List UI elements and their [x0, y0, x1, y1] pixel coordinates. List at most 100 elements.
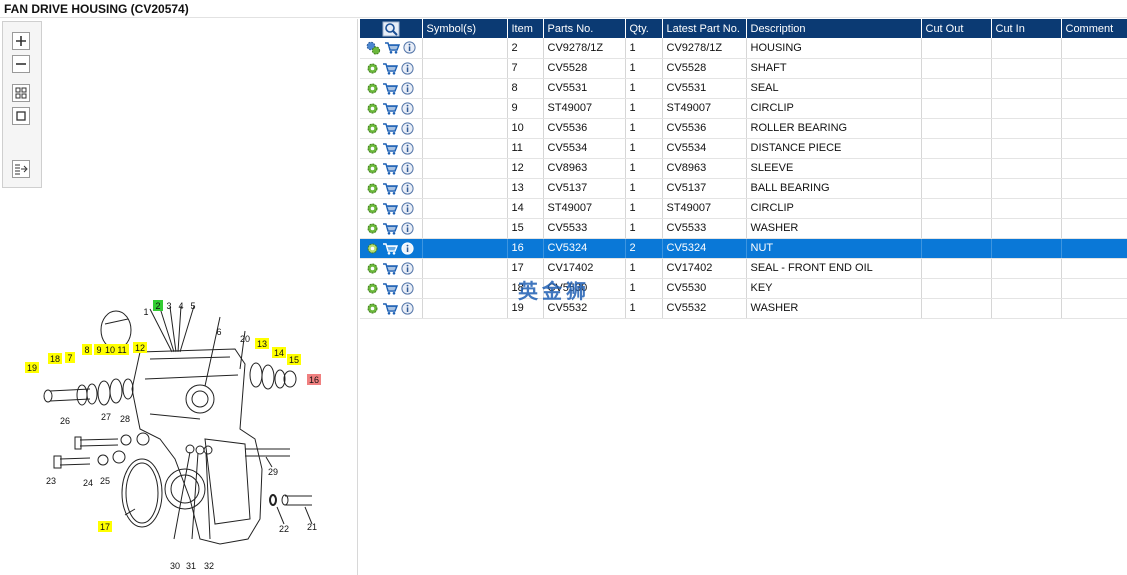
cart-icon[interactable] [382, 102, 398, 115]
info-icon[interactable] [401, 201, 414, 215]
gear-icon[interactable] [366, 162, 379, 175]
callout-label-29[interactable]: 29 [268, 467, 278, 477]
callout-label-22[interactable]: 22 [279, 524, 289, 534]
gear-icon[interactable] [366, 82, 379, 95]
info-icon[interactable] [403, 41, 416, 54]
column-header-item[interactable]: Item [507, 19, 544, 38]
callout-label-30[interactable]: 30 [170, 561, 180, 571]
callout-label-14[interactable]: 14 [274, 348, 284, 358]
table-row[interactable]: 13 CV5137 1 CV5137 BALL BEARING [360, 178, 1127, 199]
double-gear-icon[interactable] [366, 41, 381, 55]
column-header-cut-in[interactable]: Cut In [991, 19, 1062, 38]
info-icon[interactable] [401, 81, 414, 95]
table-row[interactable]: 7 CV5528 1 CV5528 SHAFT [360, 58, 1127, 79]
table-row[interactable]: 11 CV5534 1 CV5534 DISTANCE PIECE [360, 138, 1127, 159]
callout-label-2[interactable]: 2 [155, 301, 160, 311]
callout-label-32[interactable]: 32 [204, 561, 214, 571]
callout-label-9[interactable]: 9 [96, 345, 101, 355]
table-row[interactable]: 15 CV5533 1 CV5533 WASHER [360, 218, 1127, 239]
gear-icon[interactable] [366, 262, 379, 275]
cart-icon[interactable] [382, 142, 398, 155]
callout-label-19[interactable]: 19 [27, 363, 37, 373]
callout-label-23[interactable]: 23 [46, 476, 56, 486]
cart-icon[interactable] [382, 302, 398, 315]
callout-label-15[interactable]: 15 [289, 355, 299, 365]
cart-icon[interactable] [382, 62, 398, 75]
cart-icon[interactable] [382, 222, 398, 235]
callout-label-12[interactable]: 12 [135, 343, 145, 353]
table-row[interactable]: 14 ST49007 1 ST49007 CIRCLIP [360, 198, 1127, 219]
callout-label-18[interactable]: 18 [50, 354, 60, 364]
table-row[interactable]: 10 CV5536 1 CV5536 ROLLER BEARING [360, 118, 1127, 139]
gear-icon[interactable] [366, 122, 379, 135]
cart-icon[interactable] [382, 242, 398, 255]
table-row[interactable]: 12 CV8963 1 CV8963 SLEEVE [360, 158, 1127, 179]
info-icon[interactable] [401, 161, 414, 175]
callout-label-10[interactable]: 10 [105, 345, 115, 355]
table-row[interactable]: 18 CV5530 1 CV5530 KEY [360, 278, 1127, 299]
gear-icon[interactable] [366, 182, 379, 195]
callout-label-11[interactable]: 11 [117, 345, 126, 355]
info-icon[interactable] [401, 261, 414, 275]
callout-label-1[interactable]: 1 [143, 307, 148, 317]
info-icon[interactable] [401, 281, 414, 295]
callout-label-8[interactable]: 8 [84, 345, 89, 355]
info-icon[interactable] [401, 241, 414, 255]
column-header-comment[interactable]: Comment [1061, 19, 1127, 38]
callout-label-17[interactable]: 17 [100, 522, 110, 532]
gear-icon[interactable] [366, 62, 379, 75]
callout-label-31[interactable]: 31 [186, 561, 196, 571]
callout-label-7[interactable]: 7 [67, 353, 72, 363]
callout-label-28[interactable]: 28 [120, 414, 130, 424]
cart-icon[interactable] [382, 122, 398, 135]
callout-label-25[interactable]: 25 [100, 476, 110, 486]
table-row[interactable]: 17 CV17402 1 CV17402 SEAL - FRONT END OIL [360, 258, 1127, 279]
search-column-header[interactable] [360, 19, 423, 38]
info-icon[interactable] [401, 121, 414, 135]
callout-label-24[interactable]: 24 [83, 478, 93, 488]
callout-label-16[interactable]: 16 [309, 375, 319, 385]
info-icon[interactable] [401, 181, 414, 195]
cart-icon[interactable] [382, 82, 398, 95]
column-header-parts-no[interactable]: Parts No. [543, 19, 626, 38]
gear-icon[interactable] [366, 102, 379, 115]
cart-icon[interactable] [384, 41, 400, 54]
column-header-qty[interactable]: Qty. [625, 19, 663, 38]
callout-label-5[interactable]: 5 [190, 301, 195, 311]
table-row[interactable]: 19 CV5532 1 CV5532 WASHER [360, 298, 1127, 319]
table-row[interactable]: 2 CV9278/1Z 1 CV9278/1Z HOUSING [360, 38, 1127, 59]
info-icon[interactable] [401, 101, 414, 115]
callout-label-21[interactable]: 21 [307, 522, 317, 532]
callout-label-13[interactable]: 13 [257, 339, 267, 349]
magnifier-icon[interactable] [382, 21, 400, 37]
column-header-description[interactable]: Description [746, 19, 922, 38]
table-row[interactable]: 9 ST49007 1 ST49007 CIRCLIP [360, 98, 1127, 119]
callout-label-3[interactable]: 3 [166, 301, 171, 311]
cart-icon[interactable] [382, 162, 398, 175]
gear-icon[interactable] [366, 302, 379, 315]
diagram-pane[interactable]: 1 2 3 4 5 6 7 8 9 10 11 12 13 14 15 16 17 18 19 20 21 22 23 24 2… [0, 19, 358, 575]
callout-label-26[interactable]: 26 [60, 416, 70, 426]
gear-icon[interactable] [366, 142, 379, 155]
info-icon[interactable] [401, 141, 414, 155]
cart-icon[interactable] [382, 182, 398, 195]
cart-icon[interactable] [382, 282, 398, 295]
cart-icon[interactable] [382, 202, 398, 215]
cart-icon[interactable] [382, 262, 398, 275]
callout-label-4[interactable]: 4 [178, 301, 183, 311]
column-header-latest-part-no[interactable]: Latest Part No. [662, 19, 747, 38]
column-header-symbols[interactable]: Symbol(s) [422, 19, 508, 38]
table-row[interactable]: 16 CV5324 2 CV5324 NUT [360, 238, 1127, 259]
gear-icon[interactable] [366, 202, 379, 215]
info-icon[interactable] [401, 61, 414, 75]
callout-label-6[interactable]: 6 [216, 327, 221, 337]
column-header-cut-out[interactable]: Cut Out [921, 19, 992, 38]
callout-label-20[interactable]: 20 [240, 334, 250, 344]
table-row[interactable]: 8 CV5531 1 CV5531 SEAL [360, 78, 1127, 99]
gear-icon[interactable] [366, 242, 379, 255]
info-icon[interactable] [401, 221, 414, 235]
exploded-parts-diagram[interactable]: 12 3 4 5678 9 10 11 12 1314151617181920212223 24 2… [0, 19, 357, 575]
info-icon[interactable] [401, 301, 414, 315]
gear-icon[interactable] [366, 222, 379, 235]
callout-label-27[interactable]: 27 [101, 412, 111, 422]
